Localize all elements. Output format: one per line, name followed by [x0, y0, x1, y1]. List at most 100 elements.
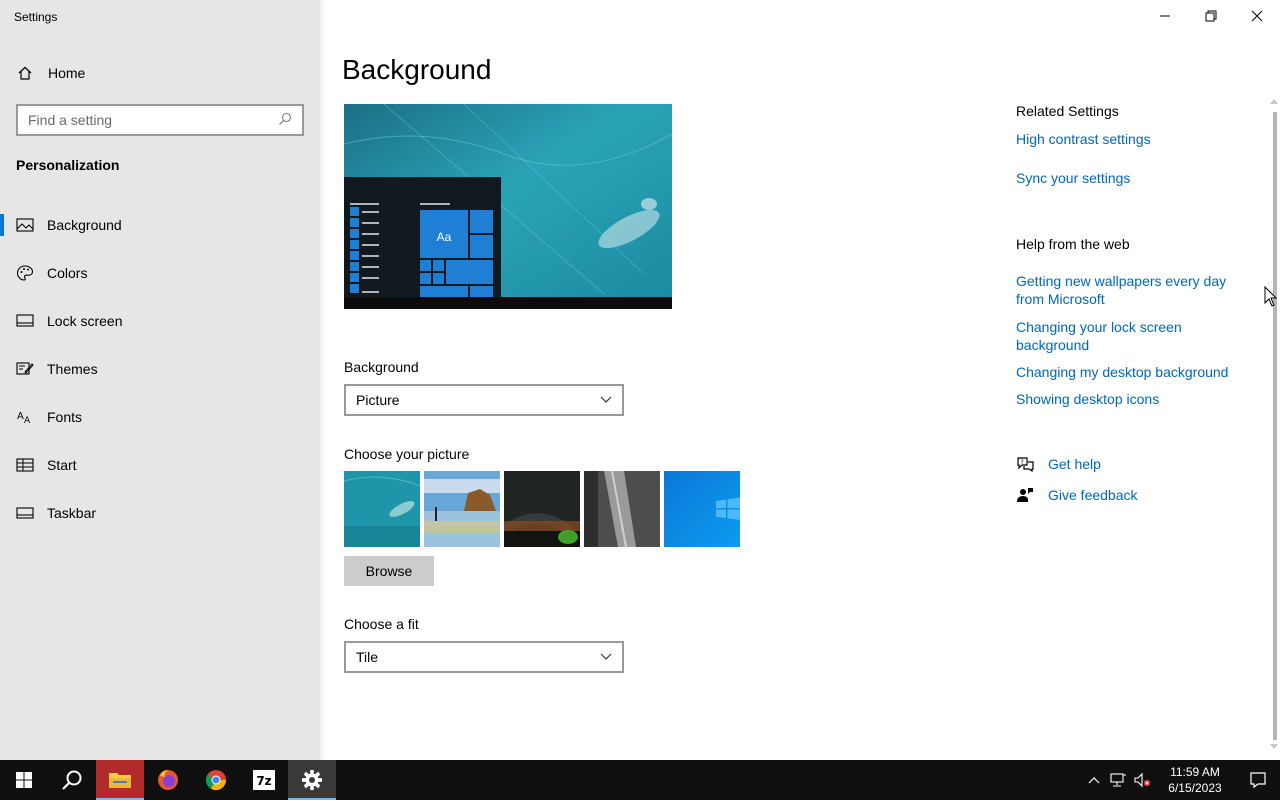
clock-time: 11:59 AM	[1170, 765, 1220, 779]
nav-item-label: Taskbar	[47, 505, 97, 521]
palette-icon	[16, 264, 34, 282]
system-tray: 11:59 AM 6/15/2023	[1082, 760, 1280, 800]
nav-item-start[interactable]: Start	[0, 441, 320, 489]
volume-muted-icon	[1134, 772, 1151, 788]
choose-fit-label: Choose a fit	[344, 616, 419, 632]
close-button[interactable]	[1234, 0, 1280, 32]
search-icon[interactable]	[278, 112, 294, 128]
restore-icon	[1205, 10, 1217, 22]
choose-picture-label: Choose your picture	[344, 446, 470, 462]
fit-dropdown[interactable]: Tile	[344, 641, 624, 673]
picture-thumbnail-windows[interactable]	[664, 471, 740, 547]
taskbar-search-button[interactable]	[48, 760, 96, 800]
related-settings-heading: Related Settings	[1016, 103, 1119, 119]
search-box[interactable]	[16, 104, 304, 136]
desktop-preview: Aa	[344, 104, 672, 309]
background-dropdown[interactable]: Picture	[344, 384, 624, 416]
section-title: Personalization	[16, 157, 120, 173]
nav-item-fonts[interactable]: AA Fonts	[0, 393, 320, 441]
scroll-down-arrow[interactable]	[1270, 744, 1278, 752]
minimize-button[interactable]	[1142, 0, 1188, 32]
file-explorer-button[interactable]	[96, 760, 144, 800]
window-title: Settings	[14, 10, 58, 24]
fonts-icon: AA	[16, 408, 34, 426]
nav-item-colors[interactable]: Colors	[0, 249, 320, 297]
background-dropdown-value: Picture	[356, 392, 400, 408]
volume-button[interactable]	[1130, 760, 1154, 800]
svg-text:7z: 7z	[256, 774, 271, 788]
chevron-up-icon	[1088, 777, 1100, 784]
svg-text:A: A	[24, 416, 31, 426]
picture-icon	[16, 216, 34, 234]
chrome-button[interactable]	[192, 760, 240, 800]
file-explorer-icon	[109, 773, 131, 788]
taskbar: 7z 11:59 AM 6/15/2023	[0, 760, 1280, 800]
clock-date: 6/15/2023	[1168, 781, 1222, 795]
network-button[interactable]	[1106, 760, 1130, 800]
picture-thumbnail-underwater[interactable]	[344, 471, 420, 547]
search-icon	[62, 770, 82, 790]
get-help-link[interactable]: ? Get help	[1016, 456, 1101, 472]
get-help-label: Get help	[1048, 456, 1101, 472]
picture-thumbnail-night-sky[interactable]	[504, 471, 580, 547]
give-feedback-label: Give feedback	[1048, 487, 1138, 503]
nav-item-label: Themes	[47, 361, 98, 377]
picture-thumbnail-beach[interactable]	[424, 471, 500, 547]
home-link[interactable]: Home	[16, 62, 85, 84]
taskbar-icon	[16, 504, 34, 522]
svg-text:?: ?	[1021, 459, 1024, 466]
nav-item-label: Fonts	[47, 409, 83, 425]
nav-item-background[interactable]: Background	[0, 201, 320, 249]
wallpapers-link[interactable]: Getting new wallpapers every day from Mi…	[1016, 272, 1246, 308]
browse-button[interactable]: Browse	[344, 556, 434, 586]
7zip-icon: 7z	[253, 770, 275, 790]
nav-item-label: Lock screen	[47, 313, 123, 329]
home-icon	[16, 65, 34, 81]
firefox-button[interactable]	[144, 760, 192, 800]
nav-list: Background Colors Lock screen Themes AA …	[0, 201, 320, 537]
nav-item-themes[interactable]: Themes	[0, 345, 320, 393]
settings-icon	[302, 770, 322, 790]
picture-thumbnails	[344, 471, 740, 547]
desktop-background-link[interactable]: Changing my desktop background	[1016, 363, 1246, 381]
scroll-up-arrow[interactable]	[1270, 98, 1278, 106]
clock[interactable]: 11:59 AM 6/15/2023	[1160, 764, 1230, 796]
fit-dropdown-value: Tile	[356, 649, 379, 665]
mouse-cursor-icon	[1264, 285, 1278, 313]
nav-item-taskbar[interactable]: Taskbar	[0, 489, 320, 537]
lock-screen-background-link[interactable]: Changing your lock screen background	[1016, 318, 1246, 354]
nav-item-lock-screen[interactable]: Lock screen	[0, 297, 320, 345]
scrollbar-thumb[interactable]	[1273, 112, 1277, 740]
search-input[interactable]	[28, 112, 278, 128]
windows-logo-icon	[16, 772, 32, 788]
chevron-down-icon	[600, 396, 612, 403]
chrome-icon	[205, 770, 227, 791]
7zip-button[interactable]: 7z	[240, 760, 288, 800]
minimize-icon	[1160, 15, 1170, 17]
chat-help-icon: ?	[1016, 456, 1034, 472]
firefox-icon	[158, 770, 178, 790]
sync-settings-link[interactable]: Sync your settings	[1016, 169, 1246, 187]
navigation-pane: Settings Home Personalization Background…	[0, 0, 326, 760]
nav-item-label: Start	[47, 457, 77, 473]
desktop-icons-link[interactable]: Showing desktop icons	[1016, 390, 1246, 408]
nav-item-label: Background	[47, 217, 122, 233]
show-hidden-icons-button[interactable]	[1082, 760, 1106, 800]
settings-taskbar-button[interactable]	[288, 760, 336, 800]
give-feedback-link[interactable]: Give feedback	[1016, 487, 1138, 503]
picture-thumbnail-rock[interactable]	[584, 471, 660, 547]
page-title: Background	[342, 54, 492, 85]
network-icon	[1110, 773, 1126, 787]
start-button[interactable]	[0, 760, 48, 800]
svg-text:A: A	[17, 411, 24, 422]
action-center-button[interactable]	[1236, 760, 1280, 800]
start-icon	[16, 456, 34, 474]
feedback-icon	[1016, 487, 1034, 503]
close-icon	[1251, 10, 1263, 22]
high-contrast-link[interactable]: High contrast settings	[1016, 130, 1246, 148]
preview-tile-text: Aa	[437, 230, 452, 244]
window-controls	[1142, 0, 1280, 32]
nav-item-label: Colors	[47, 265, 88, 281]
help-web-heading: Help from the web	[1016, 236, 1130, 252]
restore-button[interactable]	[1188, 0, 1234, 32]
